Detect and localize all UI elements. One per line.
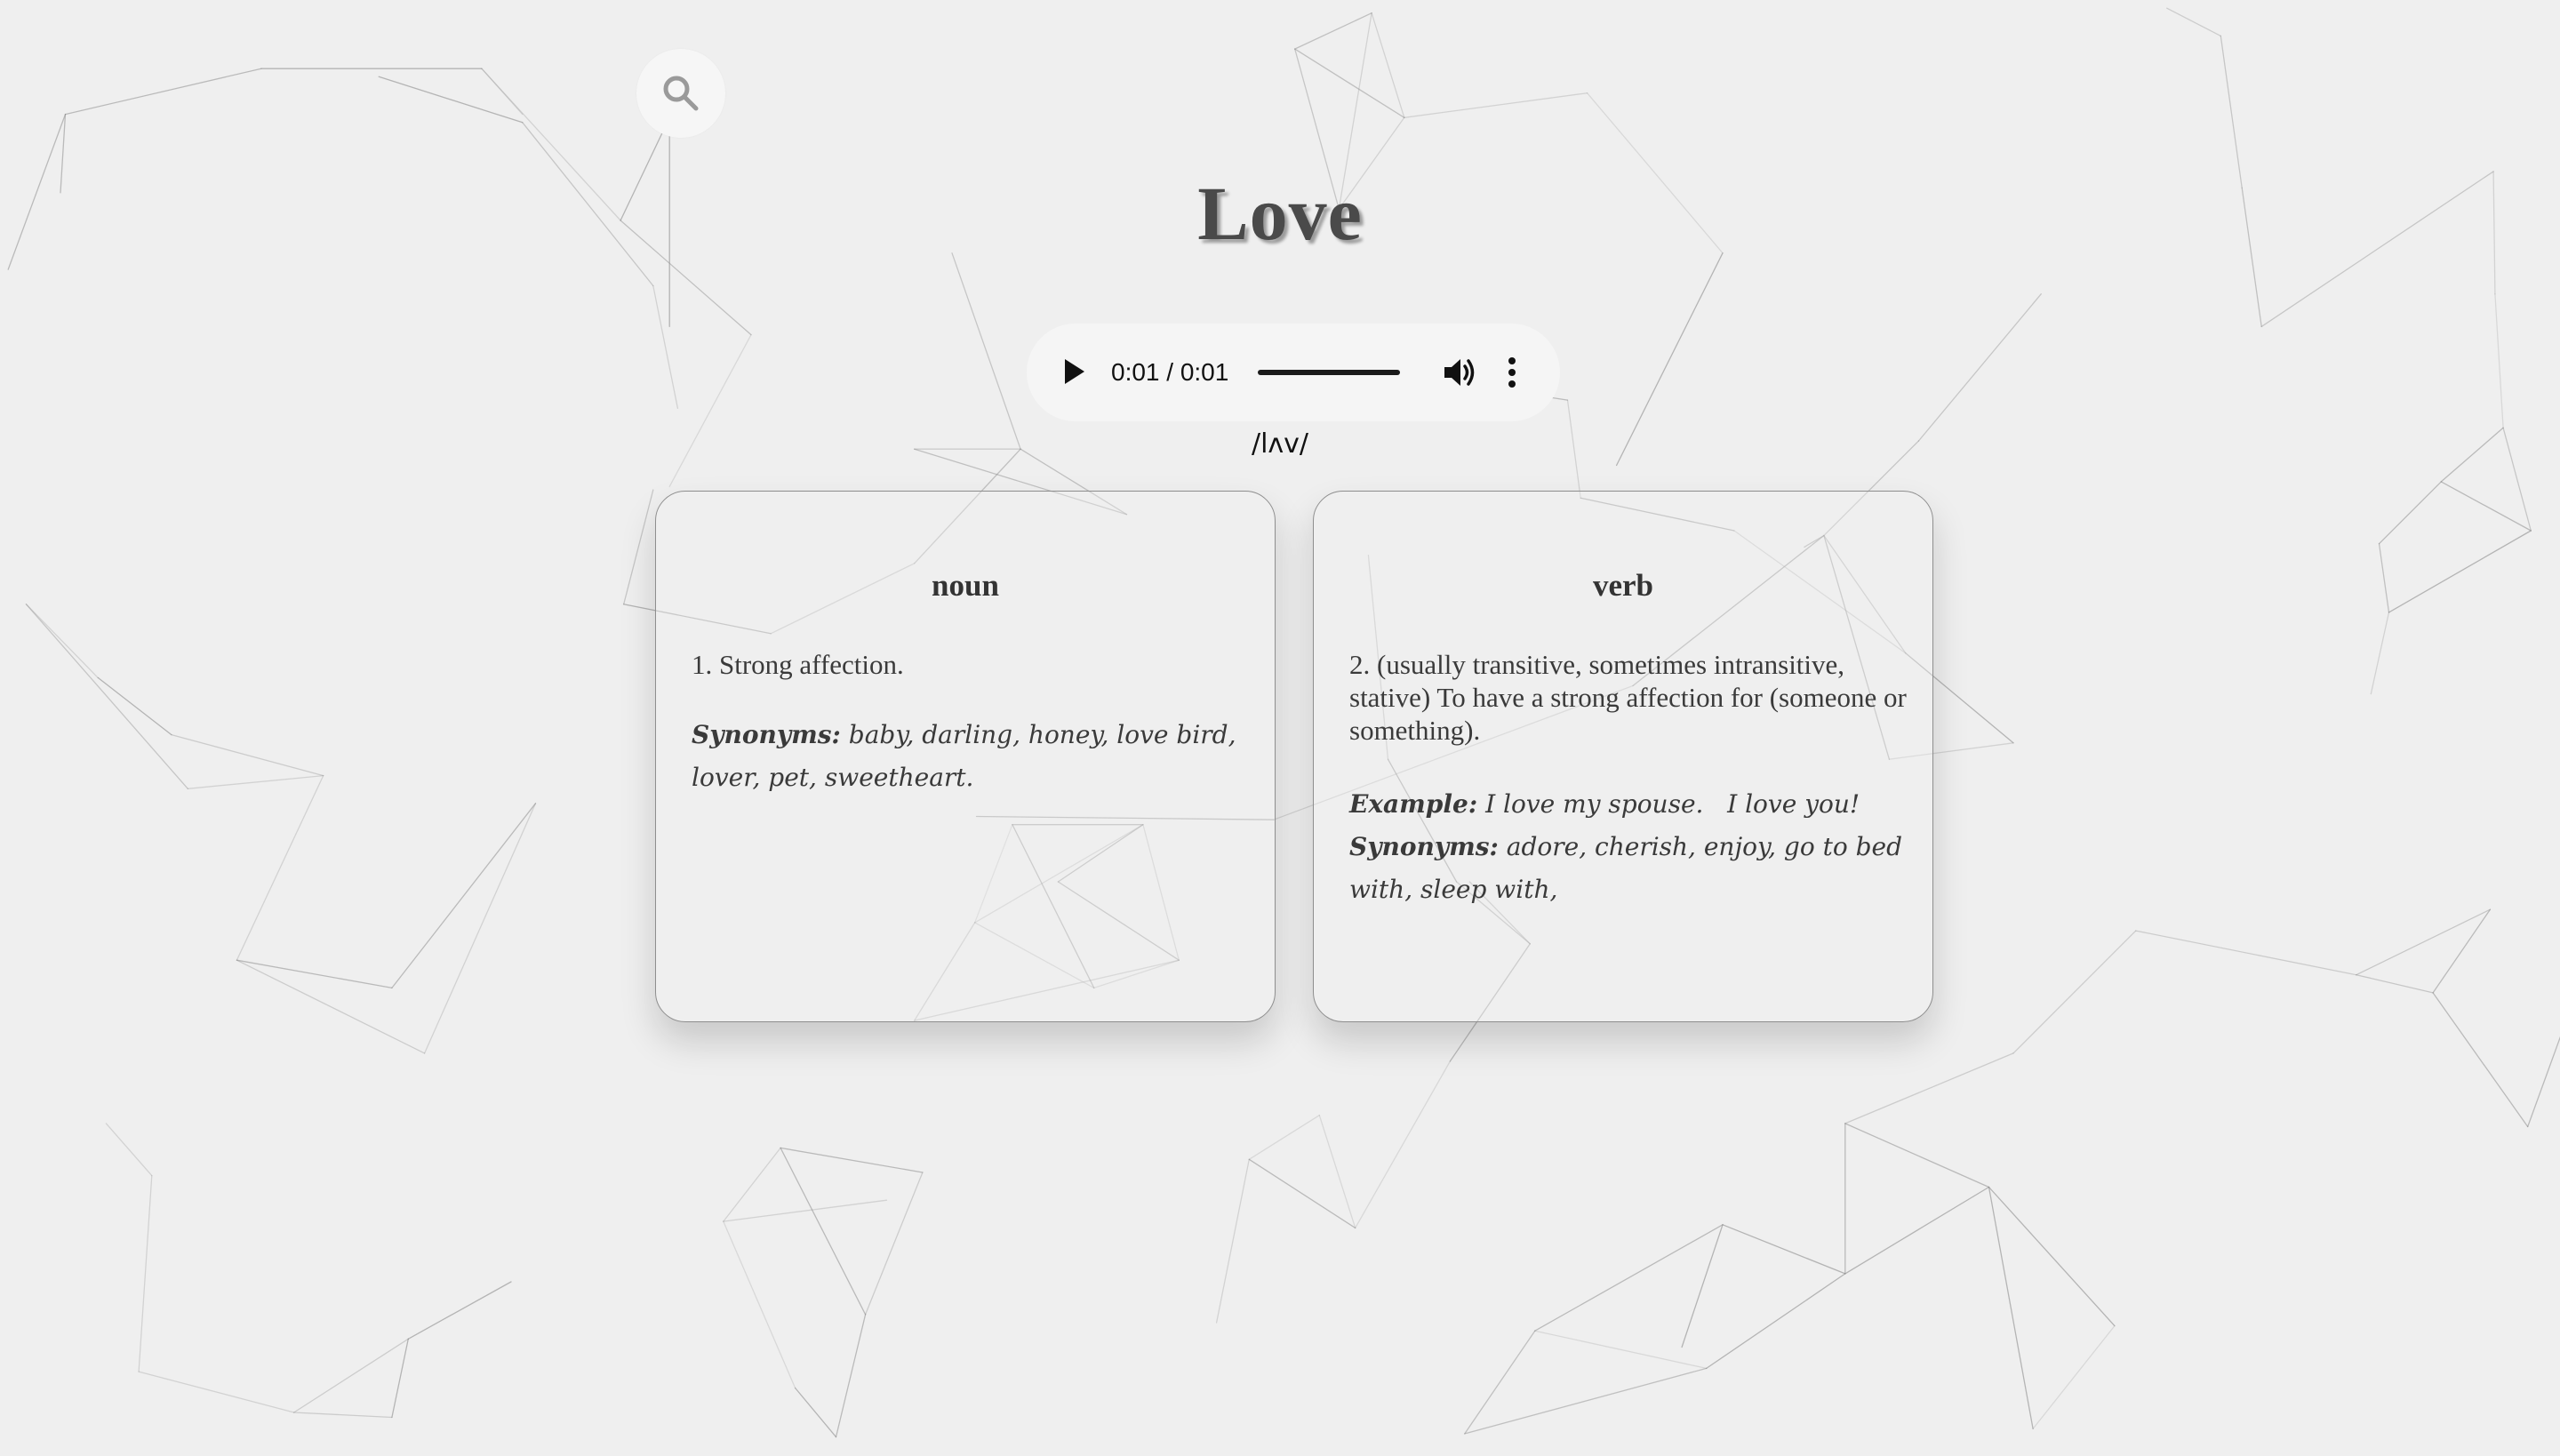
- search-icon: [663, 76, 699, 111]
- network-line: [138, 1174, 153, 1372]
- network-line: [1294, 12, 1372, 50]
- network-line: [668, 333, 752, 488]
- search-button[interactable]: [636, 49, 725, 138]
- word-title: Love: [1197, 171, 1363, 256]
- synonyms-block: Synonyms: baby, darling, honey, love bir…: [692, 714, 1252, 799]
- network-line: [1534, 1330, 1708, 1370]
- network-line: [391, 803, 537, 989]
- network-line: [1988, 1186, 2116, 1327]
- network-line: [97, 676, 172, 736]
- example-synonyms-block: Example: I love my spouse. I love you! S…: [1349, 783, 1909, 911]
- network-line: [2432, 992, 2529, 1128]
- network-line: [2440, 481, 2532, 532]
- network-line: [138, 1371, 295, 1413]
- network-line: [2388, 530, 2532, 613]
- network-line: [1844, 1186, 1990, 1275]
- network-line: [864, 1172, 924, 1316]
- network-line: [2166, 7, 2221, 37]
- network-line: [1464, 1367, 1708, 1435]
- network-line: [652, 284, 679, 409]
- network-line: [1681, 1224, 1724, 1348]
- example-line: Example: I love my spouse. I love you!: [1349, 783, 1909, 826]
- more-vert-icon[interactable]: [1507, 357, 1517, 388]
- network-line: [2527, 1036, 2560, 1128]
- phonetic-transcription: /lʌv/: [1251, 428, 1309, 460]
- network-line: [623, 489, 654, 605]
- part-of-speech: verb: [1592, 568, 1654, 603]
- network-line: [951, 252, 1021, 450]
- network-line: [236, 959, 426, 1054]
- network-line: [2135, 930, 2357, 976]
- network-line: [293, 1338, 409, 1413]
- network-line: [481, 68, 524, 116]
- network-line: [794, 1387, 837, 1438]
- network-line: [2378, 481, 2442, 545]
- network-line: [423, 803, 537, 1054]
- network-line: [723, 1220, 796, 1389]
- network-line: [780, 1147, 924, 1173]
- network-line: [1215, 1158, 1250, 1324]
- network-line: [1706, 1273, 1846, 1370]
- network-line: [293, 1412, 393, 1419]
- network-line: [723, 1147, 781, 1222]
- network-line: [1355, 1060, 1451, 1229]
- network-line: [2032, 1324, 2116, 1430]
- network-line: [187, 774, 324, 789]
- network-line: [171, 733, 324, 777]
- network-line: [780, 1147, 867, 1316]
- network-line: [723, 1199, 888, 1222]
- network-line: [391, 1338, 409, 1419]
- example-label: Example:: [1349, 789, 1478, 819]
- network-line: [236, 959, 393, 989]
- network-line: [2356, 908, 2492, 976]
- synonyms-label: Synonyms:: [1349, 832, 1499, 861]
- audio-time: 0:01 / 0:01: [1111, 358, 1229, 386]
- synonyms-line: Synonyms: adore, cherish, enjoy, go to b…: [1349, 826, 1909, 911]
- network-line: [25, 604, 188, 789]
- synonyms-label: Synonyms:: [692, 720, 841, 749]
- network-line: [2220, 35, 2243, 188]
- network-line: [64, 68, 262, 116]
- page-root: Love 0:01 / 0:01 /lʌv/ noun 1. Strong af…: [0, 0, 2560, 1456]
- network-line: [378, 76, 524, 124]
- audio-progress-bar[interactable]: [1258, 370, 1400, 375]
- part-of-speech: noun: [932, 568, 999, 603]
- network-line: [2012, 930, 2137, 1054]
- network-line: [1844, 1123, 1990, 1188]
- network-line: [1844, 1052, 2014, 1124]
- network-line: [1248, 1158, 1356, 1229]
- network-line: [2370, 612, 2390, 695]
- network-line: [2356, 974, 2434, 994]
- network-line: [1917, 293, 2042, 442]
- network-line: [1318, 1115, 1356, 1229]
- network-line: [1248, 1115, 1320, 1160]
- network-line: [1404, 92, 1588, 118]
- play-icon[interactable]: [1065, 359, 1084, 384]
- audio-player[interactable]: 0:01 / 0:01: [1027, 324, 1560, 421]
- example-text: I love my spouse. I love you!: [1485, 789, 1860, 819]
- network-line: [105, 1123, 153, 1177]
- network-line: [2432, 908, 2492, 994]
- network-line: [1534, 1224, 1724, 1332]
- network-line: [2494, 293, 2504, 428]
- network-line: [1722, 1224, 1846, 1275]
- network-line: [25, 604, 99, 679]
- network-line: [236, 774, 324, 961]
- network-line: [835, 1314, 867, 1438]
- definition-text: 1. Strong affection.: [692, 649, 904, 680]
- network-line: [1988, 1186, 2034, 1430]
- definition-text: 2. (usually transitive, sometimes intran…: [1349, 649, 1907, 746]
- meaning-card-noun: noun 1. Strong affection. Synonyms: baby…: [655, 491, 1276, 1022]
- volume-icon[interactable]: [1442, 356, 1477, 388]
- network-line: [1371, 12, 1405, 118]
- network-line: [407, 1281, 512, 1340]
- network-line: [1464, 1330, 1536, 1435]
- network-line: [2378, 543, 2390, 613]
- meaning-card-verb: verb 2. (usually transitive, sometimes i…: [1313, 491, 1933, 1022]
